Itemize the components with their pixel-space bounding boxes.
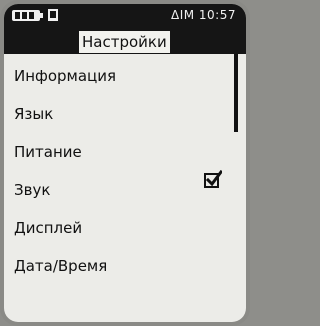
scrollbar[interactable] [234, 54, 238, 132]
device-frame: ΔIM 10:57 Настройки Информация Язык Пита… [0, 0, 250, 326]
battery-segment [29, 12, 34, 19]
flag-icon [48, 9, 58, 21]
battery-tip [40, 13, 43, 18]
menu-item-language[interactable]: Язык [14, 100, 53, 128]
menu-item-information[interactable]: Информация [14, 62, 116, 90]
menu-item-display[interactable]: Дисплей [14, 214, 82, 242]
status-time: ΔIM 10:57 [171, 8, 236, 22]
menu-item-power[interactable]: Питание [14, 138, 82, 166]
page-title: Настройки [79, 31, 170, 53]
battery-segment [22, 12, 27, 19]
menu-item-sound[interactable]: Звук [14, 176, 50, 204]
status-bar: ΔIM 10:57 [4, 4, 246, 28]
menu-item-datetime[interactable]: Дата/Время [14, 252, 107, 280]
battery-segment [15, 12, 20, 19]
checkbox-checked-icon[interactable] [204, 170, 222, 188]
screen: ΔIM 10:57 Настройки Информация Язык Пита… [4, 4, 246, 322]
